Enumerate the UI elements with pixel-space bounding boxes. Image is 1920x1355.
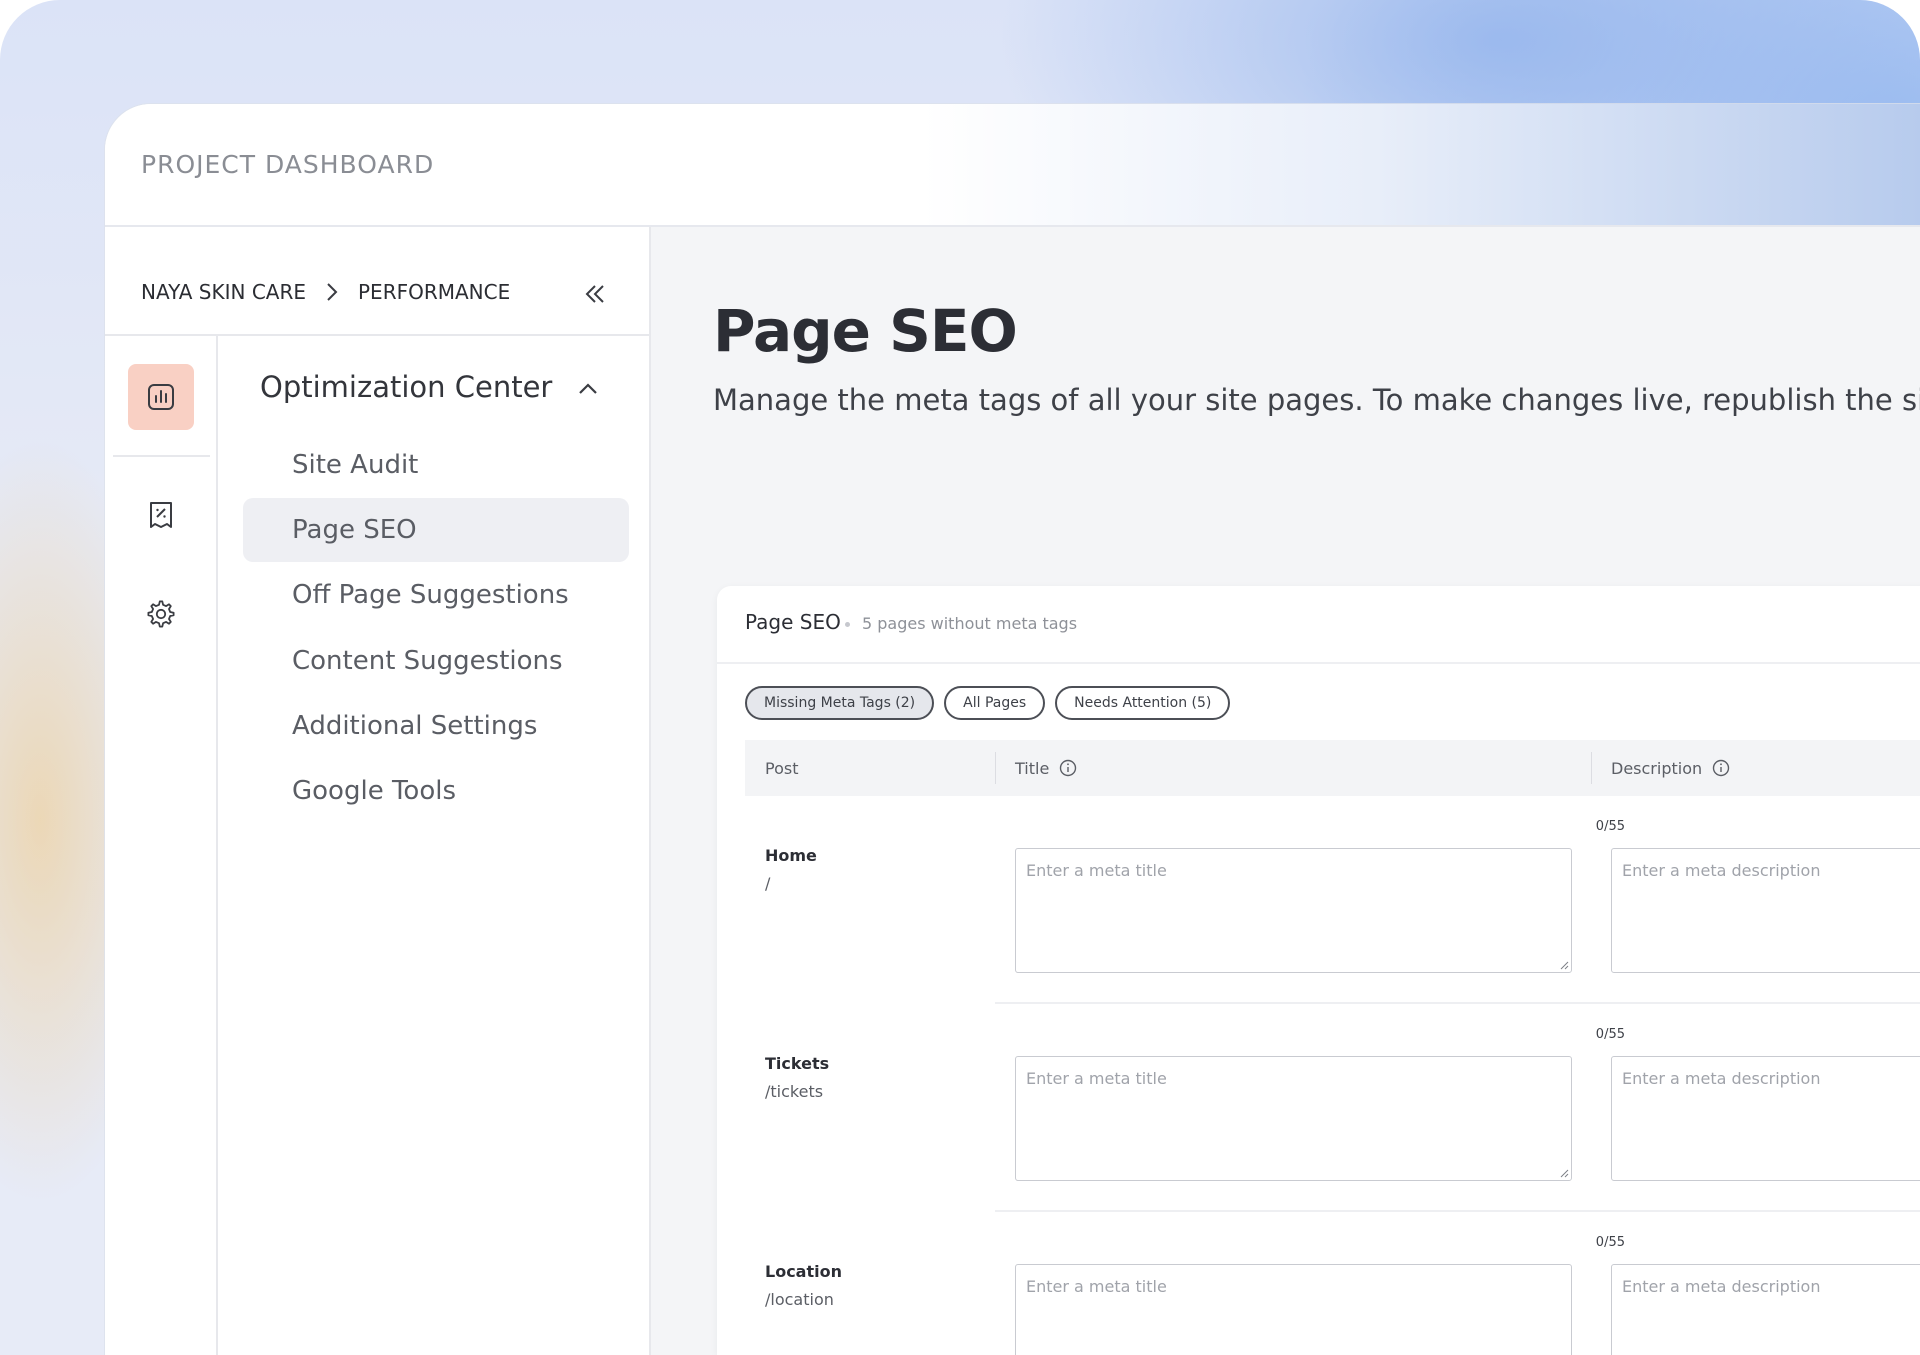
meta-title-placeholder: Enter a meta title <box>1026 1277 1167 1296</box>
chevron-right-icon <box>327 283 338 301</box>
title-char-counter: 0/55 <box>1595 819 1625 834</box>
table-header: Post Title Description <box>745 740 1920 796</box>
breadcrumb-section[interactable]: PERFORMANCE <box>358 280 510 304</box>
breadcrumb: NAYA SKIN CARE PERFORMANCE <box>141 277 510 307</box>
sidebar-item-label: Content Suggestions <box>292 646 563 676</box>
breadcrumb-project[interactable]: NAYA SKIN CARE <box>141 280 306 304</box>
sidebar-item-additional-settings[interactable]: Additional Settings <box>243 694 629 758</box>
column-description-label: Description <box>1611 758 1703 778</box>
title-char-counter: 0/55 <box>1595 1027 1625 1042</box>
info-icon[interactable] <box>1059 759 1077 777</box>
chevron-up-icon[interactable] <box>573 374 603 404</box>
meta-title-input[interactable]: Enter a meta title <box>1015 848 1572 973</box>
title-char-counter: 0/55 <box>1595 1235 1625 1250</box>
sidebar-item-content-suggestions[interactable]: Content Suggestions <box>243 629 629 693</box>
resize-grip-icon[interactable] <box>1559 960 1569 970</box>
column-separator <box>995 752 996 784</box>
sidebar-item-label: Additional Settings <box>292 711 538 741</box>
rail-performance-button[interactable] <box>128 364 194 430</box>
sidebar-item-off-page-suggestions[interactable]: Off Page Suggestions <box>243 563 629 627</box>
card-title: Page SEO <box>745 610 841 634</box>
meta-description-placeholder: Enter a meta description <box>1622 861 1821 880</box>
row-page-path: /location <box>765 1290 834 1309</box>
sidebar-item-page-seo[interactable]: Page SEO <box>243 498 629 562</box>
sidebar-item-label: Site Audit <box>292 450 419 480</box>
collapse-sidebar-button[interactable] <box>578 277 612 311</box>
page-title: Page SEO <box>713 297 1018 365</box>
meta-description-placeholder: Enter a meta description <box>1622 1277 1821 1296</box>
sidebar-item-label: Page SEO <box>292 515 417 545</box>
row-page-path: / <box>765 874 771 893</box>
row-page-name: Home <box>765 846 817 865</box>
pages-count-text: 5 pages without meta tags <box>862 614 1078 633</box>
meta-description-input[interactable]: Enter a meta description <box>1611 1056 1920 1181</box>
meta-description-input[interactable]: Enter a meta description <box>1611 848 1920 973</box>
rail-settings-button[interactable] <box>128 581 194 647</box>
column-description: Description <box>1611 740 1730 796</box>
main-content: Page SEO Manage the meta tags of all you… <box>651 227 1920 1355</box>
rail-divider <box>113 455 210 457</box>
receipt-percent-icon <box>150 502 172 528</box>
table-row: Tickets /tickets 0/55 Enter a meta title… <box>745 1004 1920 1212</box>
sidebar-item-site-audit[interactable]: Site Audit <box>243 433 629 497</box>
app-title: PROJECT DASHBOARD <box>141 150 435 179</box>
filter-missing-meta-tags[interactable]: Missing Meta Tags (2) <box>745 686 935 720</box>
sidebar-item-label: Off Page Suggestions <box>292 580 569 610</box>
column-title-label: Title <box>1015 758 1050 778</box>
column-title: Title <box>1015 740 1077 796</box>
column-post-label: Post <box>765 758 799 778</box>
sidebar-item-label: Google Tools <box>292 776 456 806</box>
row-page-path: /tickets <box>765 1082 824 1101</box>
meta-title-input[interactable]: Enter a meta title <box>1015 1264 1572 1355</box>
left-panel: NAYA SKIN CARE PERFORMANCE Optimization … <box>105 227 651 1355</box>
card-header: Page SEO 5 pages without meta tags <box>717 586 1920 664</box>
column-separator <box>1591 752 1592 784</box>
chart-icon <box>148 384 174 410</box>
table-row: Location /location 0/55 Enter a meta tit… <box>745 1212 1920 1355</box>
nav-section-title[interactable]: Optimization Center <box>260 370 552 404</box>
row-page-name: Location <box>765 1262 842 1281</box>
sidebar-item-google-tools[interactable]: Google Tools <box>243 759 629 823</box>
separator-dot <box>845 622 850 627</box>
meta-description-placeholder: Enter a meta description <box>1622 1069 1821 1088</box>
meta-description-input[interactable]: Enter a meta description <box>1611 1264 1920 1355</box>
filter-needs-attention[interactable]: Needs Attention (5) <box>1055 686 1231 720</box>
gear-icon <box>147 600 175 628</box>
row-page-name: Tickets <box>765 1054 830 1073</box>
filter-chips: Missing Meta Tags (2) All Pages Needs At… <box>745 686 1231 720</box>
info-icon[interactable] <box>1712 759 1730 777</box>
top-bar: PROJECT DASHBOARD <box>105 104 1920 227</box>
meta-title-placeholder: Enter a meta title <box>1026 1069 1167 1088</box>
rail-discounts-button[interactable] <box>128 482 194 548</box>
icon-rail <box>105 336 218 1355</box>
resize-grip-icon[interactable] <box>1559 1168 1569 1178</box>
table-row: Home / 0/55 Enter a meta title Enter a m… <box>745 796 1920 1004</box>
filter-all-pages[interactable]: All Pages <box>944 686 1046 720</box>
app-window: PROJECT DASHBOARD NAYA SKIN CARE PERFORM… <box>105 104 1920 1355</box>
page-subtitle: Manage the meta tags of all your site pa… <box>713 383 1920 417</box>
column-post: Post <box>765 740 798 796</box>
meta-title-placeholder: Enter a meta title <box>1026 861 1167 880</box>
double-chevron-left-icon <box>585 285 604 303</box>
page-seo-card: Page SEO 5 pages without meta tags Missi… <box>717 586 1920 1355</box>
meta-title-input[interactable]: Enter a meta title <box>1015 1056 1572 1181</box>
